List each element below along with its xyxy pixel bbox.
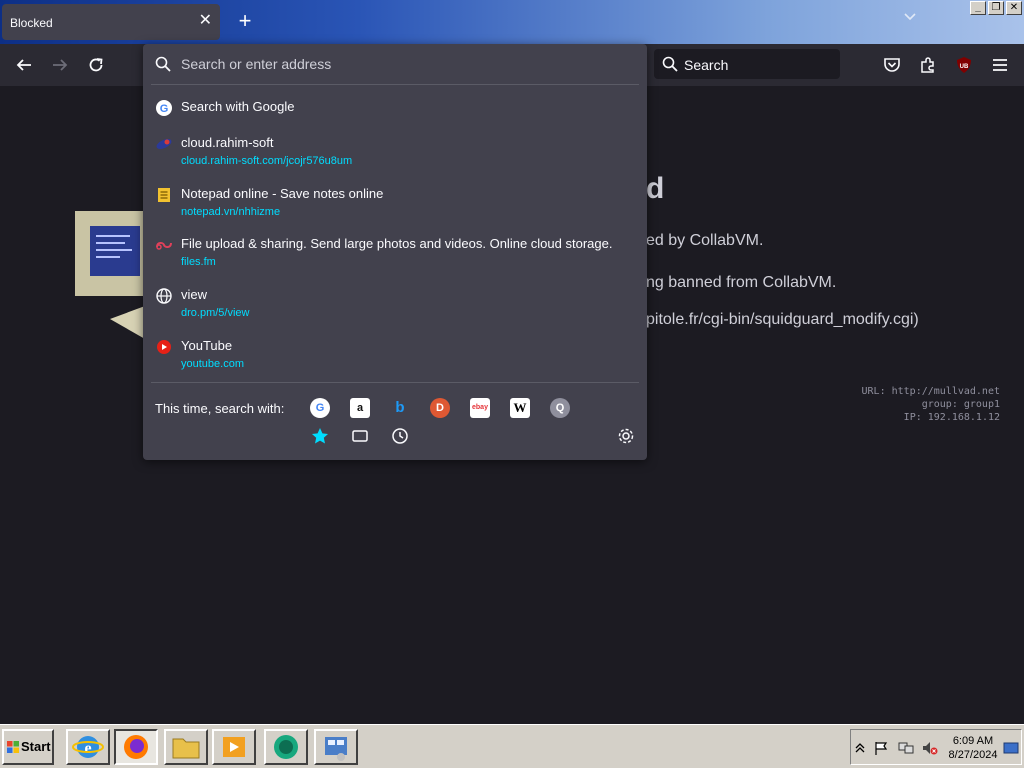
window-controls: _ ❐ ✕ xyxy=(970,1,1022,15)
result-url: cloud.rahim-soft.com/jcojr576u8um xyxy=(181,155,353,167)
search-engine-icon[interactable]: Q xyxy=(550,398,570,418)
folder-icon[interactable] xyxy=(164,729,208,765)
start-label: Start xyxy=(21,739,51,754)
reload-icon[interactable] xyxy=(84,53,108,77)
results-divider xyxy=(151,382,639,383)
blocked-text-line-1: ed by CollabVM. xyxy=(646,232,764,249)
info-ip: IP: 192.168.1.12 xyxy=(903,412,1000,423)
search-icon xyxy=(155,56,171,72)
youtube-icon xyxy=(157,340,171,354)
search-bar-label: Search xyxy=(684,57,729,73)
messenger-icon[interactable] xyxy=(264,729,308,765)
google-icon: G xyxy=(156,100,172,116)
windows-logo-icon xyxy=(7,741,19,753)
forward-arrow-icon[interactable] xyxy=(48,53,72,77)
firefox-window: Blocked ✕ + _ ❐ ✕ Search UB d ed by Coll… xyxy=(0,0,1024,768)
tabs-icon[interactable] xyxy=(350,426,370,446)
clock[interactable]: 6:09 AM 8/27/2024 xyxy=(947,734,999,762)
puzzle-icon[interactable] xyxy=(916,53,940,77)
result-title: File upload & sharing. Send large photos… xyxy=(181,236,613,251)
ebay-icon[interactable]: ebay xyxy=(470,398,490,418)
chevron-down-icon[interactable] xyxy=(900,10,920,30)
google-icon[interactable]: G xyxy=(310,398,330,418)
hamburger-menu-icon[interactable] xyxy=(988,53,1012,77)
files-fm-icon xyxy=(156,241,172,250)
tab-blocked[interactable]: Blocked ✕ xyxy=(2,4,220,40)
list-item[interactable]: YouTube youtube.com xyxy=(143,331,647,379)
block-info: URL: http://mullvad.net group: group1 IP… xyxy=(770,385,1000,424)
urlbar-divider xyxy=(151,84,639,85)
wikipedia-icon[interactable]: W xyxy=(510,398,530,418)
list-item[interactable]: view dro.pm/5/view xyxy=(143,280,647,328)
control-panel-icon[interactable] xyxy=(314,729,358,765)
search-bar[interactable]: Search xyxy=(654,49,840,79)
duckduckgo-icon[interactable]: D xyxy=(430,398,450,418)
clock-date: 8/27/2024 xyxy=(948,749,998,761)
amazon-icon[interactable]: a xyxy=(350,398,370,418)
svg-text:G: G xyxy=(160,103,169,115)
system-tray: 6:09 AM 8/27/2024 xyxy=(850,729,1022,765)
computer-illustration-icon xyxy=(75,211,145,339)
rahim-soft-icon xyxy=(156,139,172,149)
info-url: URL: http://mullvad.net xyxy=(861,386,1000,397)
ublock-label: UB xyxy=(960,64,969,70)
result-url: youtube.com xyxy=(181,358,244,370)
history-clock-icon[interactable] xyxy=(390,426,410,446)
globe-icon xyxy=(156,288,172,304)
close-icon[interactable]: ✕ xyxy=(199,12,212,30)
bing-icon[interactable]: b xyxy=(390,398,410,418)
result-title: YouTube xyxy=(181,338,233,353)
ublock-icon[interactable]: UB xyxy=(952,53,976,77)
pocket-icon[interactable] xyxy=(880,53,904,77)
info-group: group: group1 xyxy=(921,399,1000,410)
internet-explorer-icon[interactable]: e xyxy=(66,729,110,765)
flag-icon[interactable] xyxy=(873,740,889,756)
media-player-icon[interactable] xyxy=(212,729,256,765)
start-button[interactable]: Start xyxy=(2,729,54,765)
firefox-icon[interactable] xyxy=(114,729,158,765)
taskbar: Start e 6:09 AM 8/27/2024 xyxy=(0,724,1024,768)
result-title: view xyxy=(181,287,208,302)
plus-icon[interactable]: + xyxy=(234,10,256,32)
result-url: files.fm xyxy=(181,256,216,268)
search-with-google-label: Search with Google xyxy=(181,99,295,114)
result-title: cloud.rahim-soft xyxy=(181,135,274,150)
list-item[interactable]: Notepad online - Save notes online notep… xyxy=(143,179,647,227)
blocked-text-line-2: ng banned from CollabVM. xyxy=(646,274,837,291)
this-time-search-label: This time, search with: xyxy=(155,401,285,416)
tray-expand-icon[interactable] xyxy=(855,742,865,754)
bookmarks-star-icon[interactable] xyxy=(310,426,330,446)
list-item[interactable]: cloud.rahim-soft cloud.rahim-soft.com/jc… xyxy=(143,128,647,176)
result-url: notepad.vn/nhhizme xyxy=(181,206,281,218)
list-item[interactable]: File upload & sharing. Send large photos… xyxy=(143,229,647,277)
urlbar-dropdown: G Search with Google cloud.rahim-soft cl… xyxy=(143,44,647,460)
search-with-google-row[interactable]: G Search with Google xyxy=(143,92,647,124)
volume-muted-icon[interactable] xyxy=(921,740,939,756)
clock-time: 6:09 AM xyxy=(952,735,994,747)
back-arrow-icon[interactable] xyxy=(12,53,36,77)
show-desktop-icon[interactable] xyxy=(1003,740,1019,756)
address-input[interactable] xyxy=(181,54,621,74)
network-icon[interactable] xyxy=(897,740,915,756)
blocked-heading: d xyxy=(646,172,665,205)
result-title: Notepad online - Save notes online xyxy=(181,186,384,201)
tab-strip: Blocked ✕ + _ ❐ ✕ xyxy=(0,0,1024,44)
result-url: dro.pm/5/view xyxy=(181,307,250,319)
address-bar[interactable] xyxy=(143,44,647,84)
notepad-icon xyxy=(158,188,170,202)
close-window-button[interactable]: ✕ xyxy=(1006,1,1022,15)
tab-title: Blocked xyxy=(10,16,53,30)
restore-button[interactable]: ❐ xyxy=(988,1,1004,15)
search-icon xyxy=(662,56,678,72)
blocked-text-line-3: pitole.fr/cgi-bin/squidguard_modify.cgi) xyxy=(646,311,919,328)
minimize-button[interactable]: _ xyxy=(970,1,986,15)
gear-icon[interactable] xyxy=(616,426,636,446)
